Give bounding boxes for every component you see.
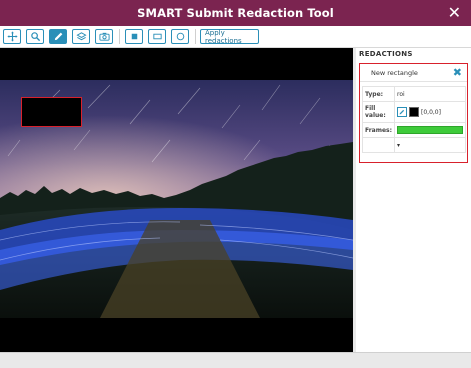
frames-cell (394, 122, 467, 138)
redaction-rectangle[interactable] (21, 97, 82, 127)
layers-tool-button[interactable] (72, 29, 90, 44)
toolbar-divider (195, 29, 196, 44)
redaction-item-header[interactable]: New rectangle ✖ (360, 64, 467, 82)
zoom-tool-button[interactable] (26, 29, 44, 44)
window-title: SMART Submit Redaction Tool (137, 6, 334, 20)
rect-tool-button[interactable] (148, 29, 166, 44)
move-tool-button[interactable] (3, 29, 21, 44)
title-bar: SMART Submit Redaction Tool ✕ (0, 0, 471, 26)
close-icon[interactable]: ✕ (448, 3, 461, 23)
toolbar: Apply redactions (0, 26, 471, 48)
type-value: roi (394, 86, 467, 102)
filled-square-icon (131, 33, 137, 40)
redaction-item-name: New rectangle (371, 68, 418, 77)
status-bar (0, 352, 471, 368)
redaction-item[interactable]: New rectangle ✖ Type: roi Fill value: [0… (359, 63, 468, 163)
camera-icon (98, 32, 110, 41)
draw-tool-button[interactable] (49, 29, 67, 44)
fill-value-text: [0,0,0] (421, 108, 441, 116)
delete-icon[interactable]: ✖ (453, 65, 462, 81)
toolbar-divider (119, 29, 120, 44)
ellipse-icon (176, 32, 184, 41)
apply-redactions-button[interactable]: Apply redactions (200, 29, 259, 45)
edit-color-icon[interactable] (397, 107, 408, 117)
rectangle-icon (152, 33, 162, 40)
frames-label: Frames: (361, 122, 396, 138)
pencil-icon (54, 32, 62, 41)
panel-title: REDACTIONS (359, 50, 413, 58)
fill-value-label: Fill value: (361, 101, 396, 123)
expand-icon[interactable]: ▾ (394, 137, 467, 153)
fill-value-cell: [0,0,0] (394, 101, 467, 123)
frames-range-bar[interactable] (397, 126, 464, 134)
redaction-properties: Type: roi Fill value: [0,0,0] Frames: ▾ (361, 86, 467, 153)
image-viewer[interactable] (0, 48, 353, 352)
empty-label-cell (361, 137, 396, 153)
filled-rect-tool-button[interactable] (125, 29, 143, 44)
move-icon (6, 31, 18, 42)
snapshot-tool-button[interactable] (95, 29, 113, 44)
redactions-panel: REDACTIONS New rectangle ✖ Type: roi Fil… (356, 48, 471, 352)
fill-color-swatch[interactable] (409, 107, 420, 117)
magnifier-icon (30, 32, 40, 42)
type-label: Type: (361, 86, 396, 102)
layers-icon (75, 32, 87, 41)
ellipse-tool-button[interactable] (171, 29, 189, 44)
